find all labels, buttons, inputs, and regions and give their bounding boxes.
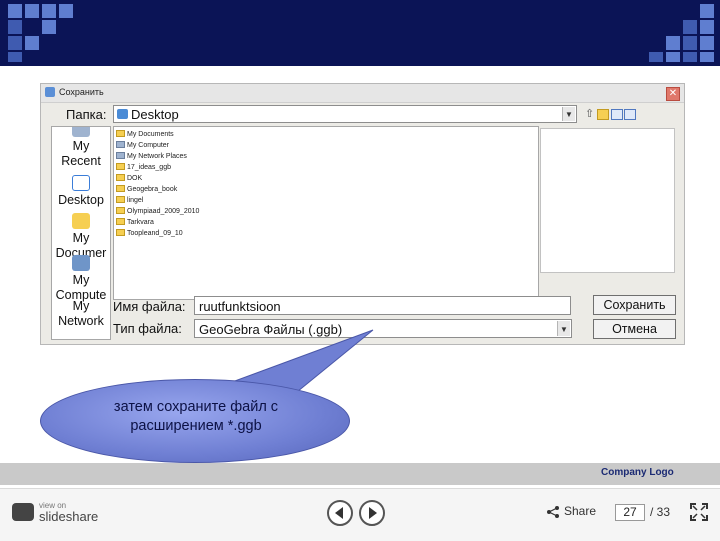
callout-balloon: затем сохраните файл с расширением *.ggb: [40, 379, 350, 463]
page-number-input[interactable]: 27: [615, 504, 645, 521]
callout-text: затем сохраните файл с расширением *.ggb: [41, 398, 351, 436]
share-label: Share: [564, 504, 597, 518]
callout-line: затем сохраните файл с: [113, 399, 279, 415]
next-slide-button[interactable]: [359, 500, 385, 526]
callout-pointer: [204, 329, 374, 397]
slideshare-logo-icon[interactable]: [12, 503, 34, 521]
page-total: / 33: [650, 505, 671, 519]
prev-slide-button[interactable]: [327, 500, 353, 526]
arrow-right-icon: [369, 507, 377, 519]
fullscreen-icon[interactable]: [690, 503, 708, 521]
share-button[interactable]: Share: [546, 504, 606, 520]
arrow-left-icon: [335, 507, 343, 519]
player-bar: view on slideshare Share 27 / 33: [0, 488, 720, 541]
company-logo-text: Company Logo: [601, 467, 674, 478]
callout-line: расширением *.ggb: [130, 418, 262, 434]
slideshare-brand[interactable]: slideshare: [39, 509, 98, 524]
share-icon: [547, 506, 559, 518]
